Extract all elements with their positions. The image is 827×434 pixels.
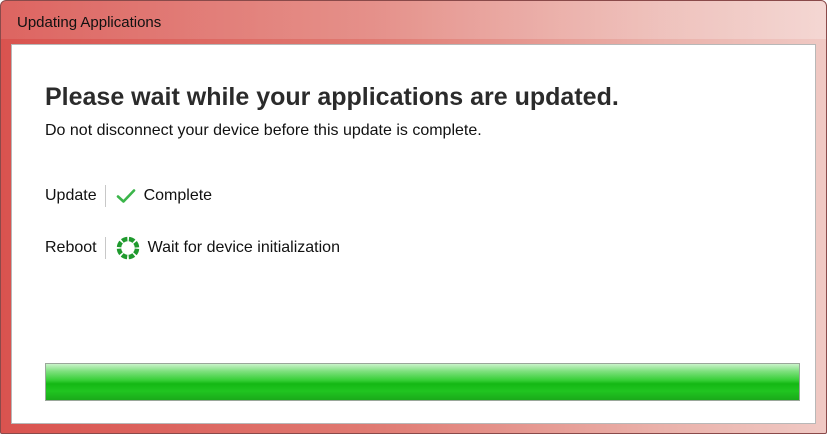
checkmark-icon <box>116 188 136 204</box>
dialog-content: Please wait while your applications are … <box>11 44 816 424</box>
step-row-reboot: Reboot Wait for device initialization <box>45 236 340 260</box>
titlebar[interactable]: Updating Applications <box>1 1 826 39</box>
update-dialog-window: Updating Applications Please wait while … <box>0 0 827 434</box>
step-separator <box>104 237 106 259</box>
step-label-reboot: Reboot <box>45 239 97 256</box>
step-label-update: Update <box>45 187 97 204</box>
step-row-update: Update Complete <box>45 184 212 208</box>
progress-bar <box>45 363 800 401</box>
window-title: Updating Applications <box>17 14 162 31</box>
step-status-update: Complete <box>143 187 213 204</box>
progress-bar-fill <box>46 364 799 400</box>
step-separator <box>104 185 106 207</box>
page-heading: Please wait while your applications are … <box>45 83 619 111</box>
spinner-icon <box>116 236 140 260</box>
step-status-reboot: Wait for device initialization <box>147 239 340 256</box>
instruction-text: Do not disconnect your device before thi… <box>45 122 482 139</box>
